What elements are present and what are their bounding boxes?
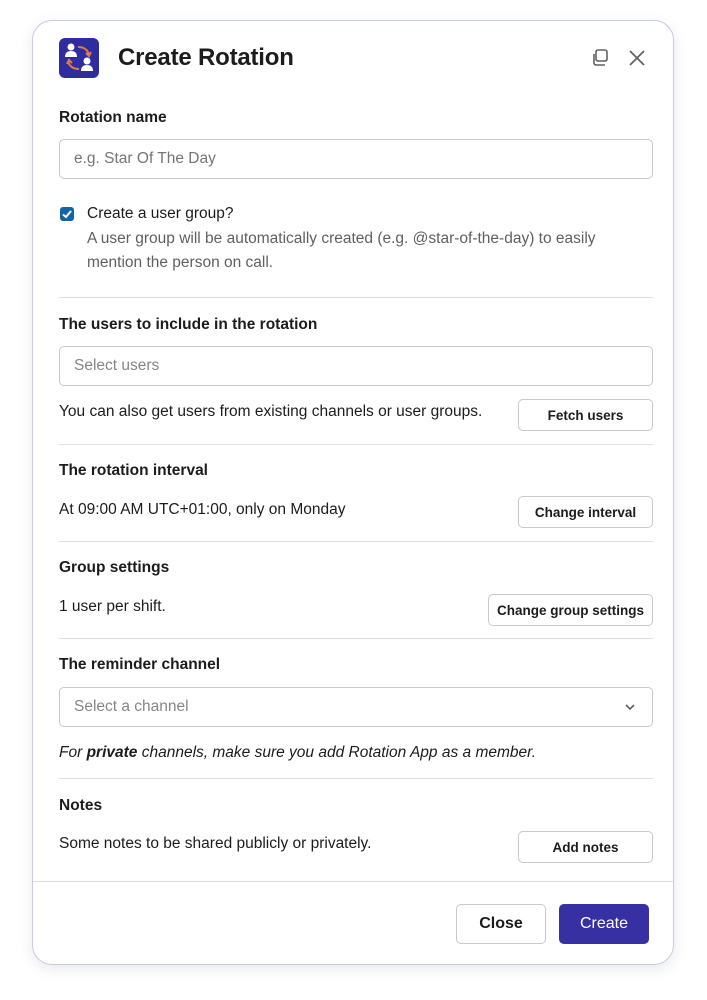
close-modal-button[interactable]	[625, 46, 649, 70]
create-user-group-checkbox[interactable]	[60, 207, 74, 221]
rotation-name-label: Rotation name	[59, 109, 167, 126]
rotation-name-input[interactable]	[59, 139, 653, 179]
interval-label: The rotation interval	[59, 462, 208, 479]
reminder-channel-label: The reminder channel	[59, 656, 221, 673]
close-button[interactable]: Close	[456, 904, 546, 944]
modal-title: Create Rotation	[118, 44, 294, 71]
interval-value: At 09:00 AM UTC+01:00, only on Monday	[59, 501, 346, 518]
select-channel-placeholder: Select a channel	[74, 698, 189, 715]
open-in-window-button[interactable]	[588, 46, 612, 70]
hint-suffix: channels, make sure you add Rotation App…	[137, 744, 537, 761]
group-settings-label: Group settings	[59, 559, 170, 576]
select-users-input[interactable]: Select users	[59, 346, 653, 386]
notes-label: Notes	[59, 797, 103, 814]
close-icon	[629, 50, 645, 66]
fetch-users-hint: You can also get users from existing cha…	[59, 403, 483, 420]
user-group-help-line1: A user group will be automatically creat…	[87, 230, 596, 247]
notes-value: Some notes to be shared publicly or priv…	[59, 835, 372, 852]
rotation-app-icon	[59, 38, 99, 78]
copy-window-icon	[593, 49, 608, 66]
divider	[59, 444, 653, 445]
divider	[59, 778, 653, 779]
fetch-users-button[interactable]: Fetch users	[518, 399, 653, 431]
create-button[interactable]: Create	[559, 904, 649, 944]
users-label: The users to include in the rotation	[59, 316, 318, 333]
hint-bold: private	[86, 744, 138, 761]
user-group-help-line2: mention the person on call.	[87, 254, 274, 271]
divider	[59, 297, 653, 298]
hint-prefix: For	[59, 744, 87, 761]
checkmark-icon	[62, 210, 72, 219]
chevron-down-icon	[625, 704, 635, 711]
create-rotation-modal: Create Rotation Rotation name Create a u…	[32, 20, 674, 965]
change-interval-button[interactable]: Change interval	[518, 496, 653, 528]
create-user-group-label: Create a user group?	[87, 205, 234, 222]
private-channel-hint: For private channels, make sure you add …	[59, 744, 536, 762]
select-channel-dropdown[interactable]: Select a channel	[59, 687, 653, 727]
add-notes-button[interactable]: Add notes	[518, 831, 653, 863]
change-group-settings-button[interactable]: Change group settings	[488, 594, 653, 626]
divider	[59, 638, 653, 639]
divider	[59, 541, 653, 542]
modal-header: Create Rotation	[33, 21, 673, 97]
group-settings-value: 1 user per shift.	[59, 598, 166, 615]
footer-divider	[33, 881, 673, 882]
